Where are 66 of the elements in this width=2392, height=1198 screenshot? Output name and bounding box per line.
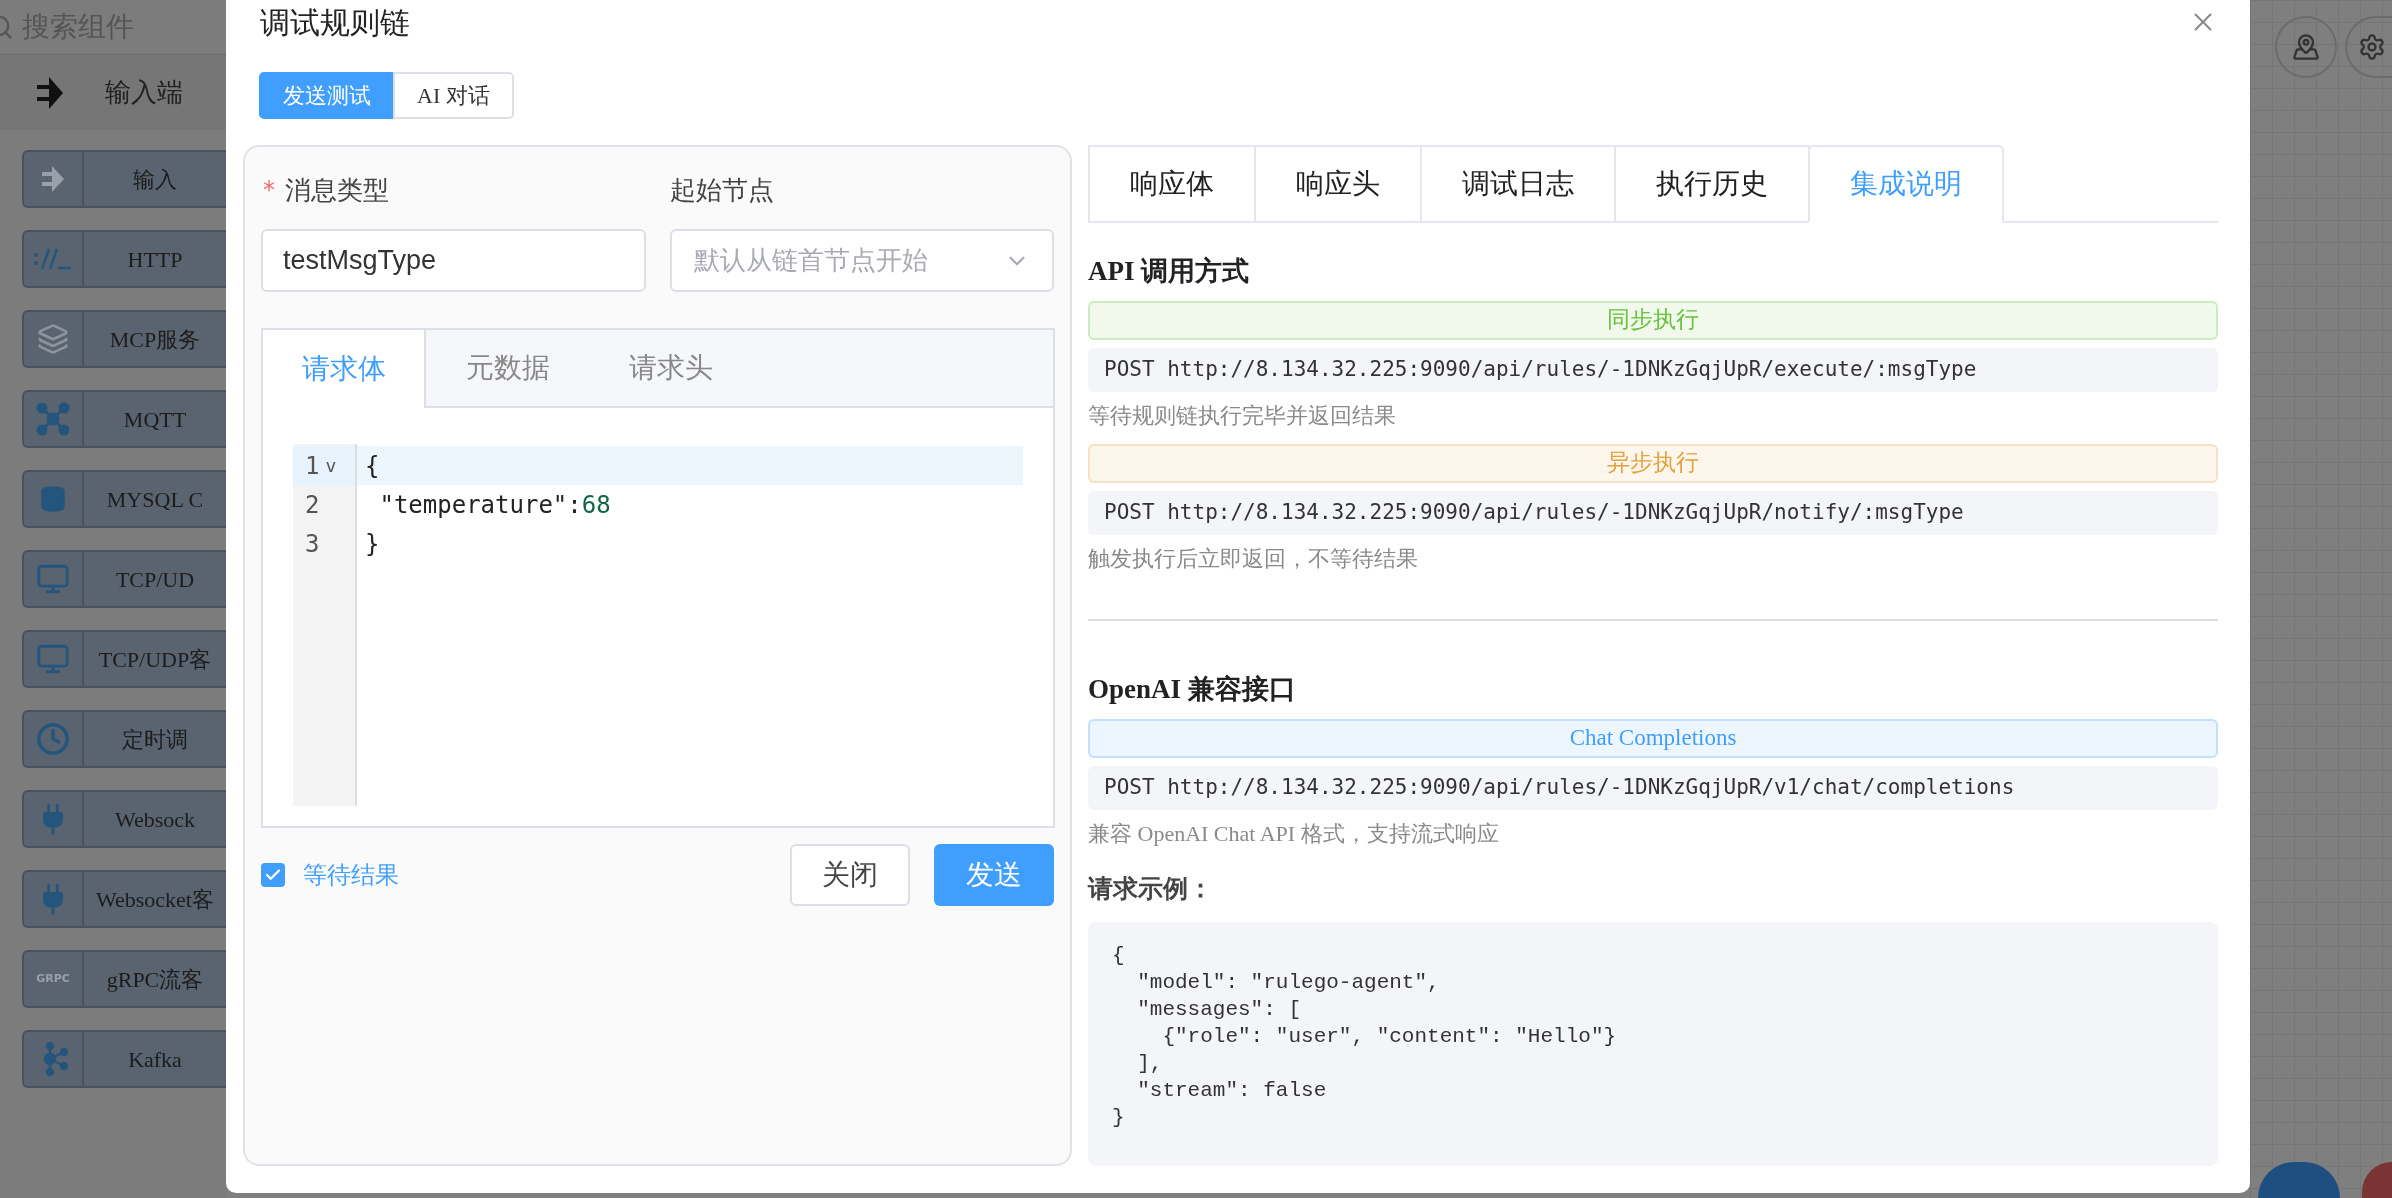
layers-icon — [37, 323, 69, 355]
request-example-code: { "model": "rulego-agent", "messages": [ {"role": "user", "content": "Hello"} ], "stream": false } — [1088, 921, 2218, 1166]
component-item[interactable]: Websock — [22, 790, 226, 848]
round-button[interactable] — [2258, 1162, 2340, 1198]
message-type-field[interactable]: testMsgType — [261, 229, 646, 292]
required-mark: * — [263, 175, 275, 206]
settings-icon — [2358, 33, 2386, 61]
result-tab[interactable]: 集成说明 — [1808, 145, 2004, 223]
send-button[interactable]: 发送 — [934, 844, 1054, 906]
component-item[interactable]: MQTT — [22, 390, 226, 448]
fold-toggle[interactable]: v — [325, 452, 337, 479]
hub-icon — [36, 402, 70, 436]
component-item[interactable]: Websocket客 — [22, 870, 226, 928]
database-icon — [39, 485, 67, 513]
component-item[interactable]: MCP服务 — [22, 310, 226, 368]
line-number: 3 — [305, 528, 320, 560]
code-slash-icon — [33, 247, 73, 271]
dialog-title: 调试规则链 — [260, 3, 410, 42]
endpoint-description: 触发执行后立即返回，不等待结果 — [1088, 545, 1419, 573]
mode-tab[interactable]: 发送测试 — [259, 72, 395, 119]
checkbox[interactable] — [261, 863, 285, 887]
endpoint-description: 等待规则链执行完毕并返回结果 — [1088, 402, 1397, 430]
body-tab[interactable]: 请求体 — [263, 330, 426, 408]
component-item[interactable]: HTTP — [22, 230, 226, 288]
arrow-icon — [40, 164, 66, 194]
endpoint-description: 兼容 OpenAI Chat API 格式，支持流式响应 — [1088, 820, 1500, 848]
start-node-select[interactable]: 默认从链首节点开始 — [669, 229, 1054, 292]
example-heading: 请求示例： — [1088, 874, 1214, 904]
group-header[interactable]: 输入端 — [0, 55, 226, 130]
component-item[interactable]: 输入 — [22, 150, 226, 208]
monitor-icon — [36, 562, 70, 596]
line-number: 2 — [305, 489, 320, 521]
code-line: { — [365, 450, 380, 482]
settings-button[interactable] — [2345, 16, 2392, 78]
mode-tab[interactable]: AI 对话 — [393, 72, 514, 119]
code-line: } — [365, 528, 380, 560]
field-label: 消息类型 — [285, 173, 389, 207]
checkbox-label[interactable]: 等待结果 — [303, 857, 399, 893]
grpc-logo-icon: GRPC — [36, 970, 70, 988]
body-tab[interactable]: 元数据 — [426, 330, 589, 406]
component-item[interactable]: TCP/UD — [22, 550, 226, 608]
endpoint-label: Chat Completions — [1569, 724, 1737, 753]
result-tab[interactable]: 响应体 — [1088, 145, 1256, 221]
line-number: 1 — [305, 450, 320, 482]
code-line: "temperature":68 — [378, 489, 611, 521]
section-heading: OpenAI 兼容接口 — [1088, 673, 1297, 706]
map-pin-button[interactable] — [2275, 16, 2337, 78]
component-item[interactable]: GRPC gRPC流客 — [22, 950, 226, 1008]
request-url: POST http://8.134.32.225:9090/api/rules/-1DNKzGqjUpR/v1/chat/completions — [1088, 766, 2218, 810]
endpoint-label: 异步执行 — [1607, 449, 1699, 478]
section-heading: API 调用方式 — [1088, 255, 1251, 288]
component-item[interactable]: 定时调 — [22, 710, 226, 768]
body-tab[interactable]: 请求头 — [589, 330, 752, 406]
map-pin-icon — [2292, 33, 2320, 61]
clock-icon — [36, 722, 70, 756]
component-item[interactable]: MYSQL C — [22, 470, 226, 528]
request-url: POST http://8.134.32.225:9090/api/rules/-1DNKzGqjUpR/execute/:msgType — [1088, 348, 2218, 392]
code-editor[interactable]: 1 v 2 3 { "temperature":68 } — [293, 444, 1023, 806]
monitor-icon — [36, 642, 70, 676]
round-button[interactable] — [2362, 1162, 2392, 1198]
close-button[interactable]: 关闭 — [790, 844, 910, 906]
component-item[interactable]: TCP/UDP客 — [22, 630, 226, 688]
field-label: 起始节点 — [669, 173, 774, 207]
component-item[interactable]: Kafka — [22, 1030, 226, 1088]
endpoint-label: 同步执行 — [1607, 306, 1699, 335]
request-url: POST http://8.134.32.225:9090/api/rules/-1DNKzGqjUpR/notify/:msgType — [1088, 491, 2218, 535]
